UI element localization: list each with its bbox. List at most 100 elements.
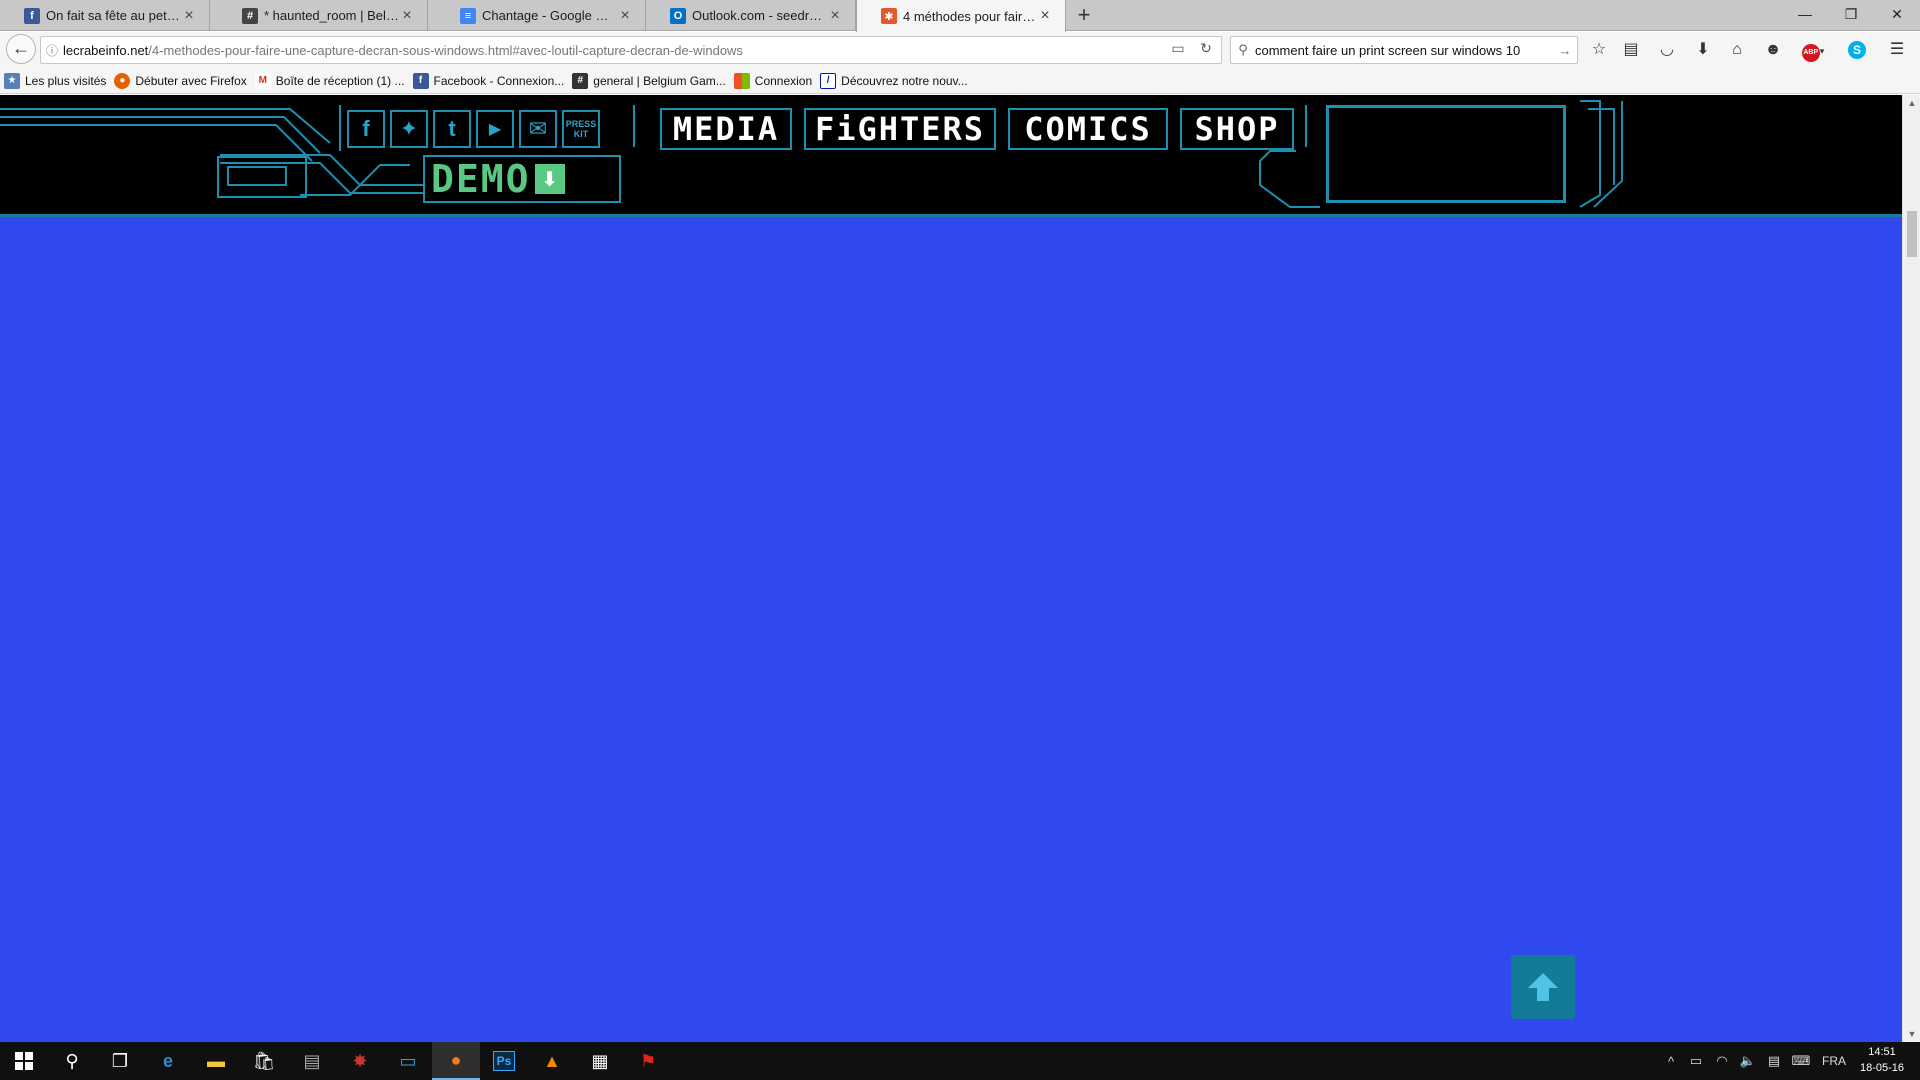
close-tab-icon[interactable]: × (181, 7, 197, 25)
search-button[interactable]: ⚲ (48, 1042, 96, 1080)
nav-comics-label: COMICS (1024, 110, 1152, 148)
clock-time: 14:51 (1868, 1046, 1896, 1058)
facebook-icon: f (412, 72, 429, 89)
clock-date: 18-05-16 (1859, 1062, 1905, 1074)
bookmarks-toolbar: ★ Les plus visités ● Débuter avec Firefo… (0, 68, 1920, 94)
firefox-app[interactable]: ● (432, 1042, 480, 1080)
wifi-tray[interactable]: ◠ (1710, 1042, 1734, 1080)
home-icon[interactable]: ⌂ (1724, 38, 1750, 62)
tab-title: 4 méthodes pour faire une... (903, 8, 1037, 24)
bookmark-firefox[interactable]: ● Débuter avec Firefox (114, 72, 247, 89)
back-button[interactable]: ← (6, 34, 36, 64)
close-tab-icon[interactable]: × (399, 7, 415, 25)
game-app[interactable]: ✸ (336, 1042, 384, 1080)
task-view-button[interactable]: ❐ (96, 1042, 144, 1080)
keyboard-tray[interactable]: ⌨ (1788, 1042, 1814, 1080)
tab-4[interactable]: O Outlook.com - seedreck@... × (646, 0, 856, 31)
scrollbar-thumb[interactable] (1907, 211, 1917, 257)
close-tab-icon[interactable]: × (617, 7, 633, 25)
volume-tray[interactable]: 🔈 (1736, 1042, 1760, 1080)
back-to-top-button[interactable] (1511, 955, 1575, 1019)
bookmark-label: Débuter avec Firefox (135, 73, 247, 88)
minimize-button[interactable]: — (1782, 0, 1828, 31)
bookmark-star-icon[interactable]: ☆ (1586, 38, 1612, 62)
press-kit-link[interactable]: PRESS KIT (562, 110, 600, 148)
reload-icon[interactable]: ↻ (1195, 40, 1217, 60)
nav-comics[interactable]: COMICS (1008, 108, 1168, 150)
bookmark-deutsche-bank[interactable]: / Découvrez notre nouv... (820, 72, 968, 89)
demo-label: DEMO (431, 157, 531, 201)
search-input[interactable]: comment faire un print screen sur window… (1255, 43, 1553, 58)
nav-media[interactable]: MEDIA (660, 108, 792, 150)
tab-5-active[interactable]: ✱ 4 méthodes pour faire une... × (856, 0, 1066, 32)
vlc-app[interactable]: ▲ (528, 1042, 576, 1080)
wifi-icon: ◠ (1716, 1053, 1728, 1068)
downloads-icon[interactable]: ⬇ (1690, 38, 1716, 62)
photoshop-app[interactable]: Ps (480, 1042, 528, 1080)
site-header: f ✦ t ▶ ✉ PRESS KIT MEDIA FiGHTERS COMIC… (0, 95, 1902, 217)
edge-app[interactable]: e (144, 1042, 192, 1080)
monitor-app[interactable]: ▭ (384, 1042, 432, 1080)
youtube-play-icon: ▶ (488, 121, 502, 138)
show-hidden-icons[interactable]: ^ (1660, 1042, 1682, 1080)
nav-fighters[interactable]: FiGHTERS (804, 108, 996, 150)
adblock-plus-icon[interactable]: ABP ▾ (1796, 38, 1830, 62)
battery-tray[interactable]: ▭ (1684, 1042, 1708, 1080)
folder-icon: ▬ (207, 1050, 225, 1071)
search-icon: ⚲ (1238, 42, 1248, 57)
tumblr-link[interactable]: t (433, 110, 471, 148)
monitor-icon: ▭ (399, 1050, 417, 1071)
gmail-icon: M (254, 72, 271, 89)
close-window-button[interactable]: ✕ (1874, 0, 1920, 31)
action-center[interactable]: ▤ (1762, 1042, 1786, 1080)
close-tab-icon[interactable]: × (1037, 7, 1053, 25)
scroll-up-arrow-icon[interactable]: ▲ (1903, 95, 1920, 111)
email-link[interactable]: ✉ (519, 110, 557, 148)
windows-taskbar: ⚲ ❐ e ▬ 🛍 ▤ ✸ ▭ ● Ps ▲ ▦ ⚑ ^ ▭ ◠ 🔈 ▤ ⌨ F… (0, 1042, 1920, 1080)
new-tab-button[interactable]: + (1072, 3, 1096, 27)
site-info-icon[interactable]: ⓘ (41, 42, 63, 59)
scroll-down-arrow-icon[interactable]: ▼ (1903, 1026, 1920, 1042)
calculator-app[interactable]: ▦ (576, 1042, 624, 1080)
bookmark-slack[interactable]: # general | Belgium Gam... (572, 72, 726, 89)
file-explorer-app[interactable]: ▬ (192, 1042, 240, 1080)
url-domain: lecrabeinfo.net (63, 42, 149, 58)
menu-hamburger-icon[interactable]: ☰ (1884, 38, 1910, 62)
reader-view-icon[interactable]: ▭ (1167, 40, 1189, 60)
hello-chat-icon[interactable]: ☻ (1760, 38, 1786, 62)
pocket-icon[interactable]: ◡ (1654, 38, 1680, 62)
acrobat-app[interactable]: ⚑ (624, 1042, 672, 1080)
bookmark-gmail[interactable]: M Boîte de réception (1) ... (254, 72, 405, 89)
skype-icon[interactable]: S (1844, 38, 1870, 62)
facebook-link[interactable]: f (347, 110, 385, 148)
restore-button[interactable]: ❐ (1828, 0, 1874, 31)
arrow-up-icon (1528, 973, 1558, 1001)
bookmarks-library-icon[interactable]: ▤ (1618, 38, 1644, 62)
page-scrollbar[interactable]: ▲ ▼ (1902, 95, 1920, 1042)
slack-hash-icon: # (572, 72, 589, 89)
bookmark-facebook[interactable]: f Facebook - Connexion... (412, 72, 565, 89)
search-go-icon[interactable]: → (1553, 43, 1577, 58)
tab-title: Outlook.com - seedreck@... (692, 8, 827, 23)
store-app[interactable]: 🛍 (240, 1042, 288, 1080)
bookmark-label: Facebook - Connexion... (433, 73, 565, 88)
youtube-link[interactable]: ▶ (476, 110, 514, 148)
demo-download-button[interactable]: DEMO ⬇ (423, 155, 621, 203)
url-bar[interactable]: ⓘ lecrabeinfo.net/4-methodes-pour-faire-… (40, 36, 1222, 64)
twitter-link[interactable]: ✦ (390, 110, 428, 148)
twitter-icon: ✦ (399, 116, 419, 141)
tab-3[interactable]: ≡ Chantage - Google Docs × (436, 0, 646, 31)
bookmark-microsoft[interactable]: Connexion (733, 72, 812, 89)
clock[interactable]: 14:51 18-05-16 (1856, 1044, 1908, 1076)
slack-hash-icon: # (242, 7, 258, 24)
language-indicator[interactable]: FRA (1816, 1042, 1852, 1080)
nav-shop[interactable]: SHOP (1180, 108, 1294, 150)
start-button[interactable] (0, 1042, 48, 1080)
server-app[interactable]: ▤ (288, 1042, 336, 1080)
close-tab-icon[interactable]: × (827, 7, 843, 25)
bookmark-label: Découvrez notre nouv... (841, 73, 968, 88)
tab-2[interactable]: # * haunted_room | Belgium... × (218, 0, 428, 31)
search-bar[interactable]: ⚲ comment faire un print screen sur wind… (1230, 36, 1578, 64)
tab-1[interactable]: f On fait sa fête au petit Félix × (0, 0, 210, 31)
bookmark-most-visited[interactable]: ★ Les plus visités (4, 72, 106, 89)
